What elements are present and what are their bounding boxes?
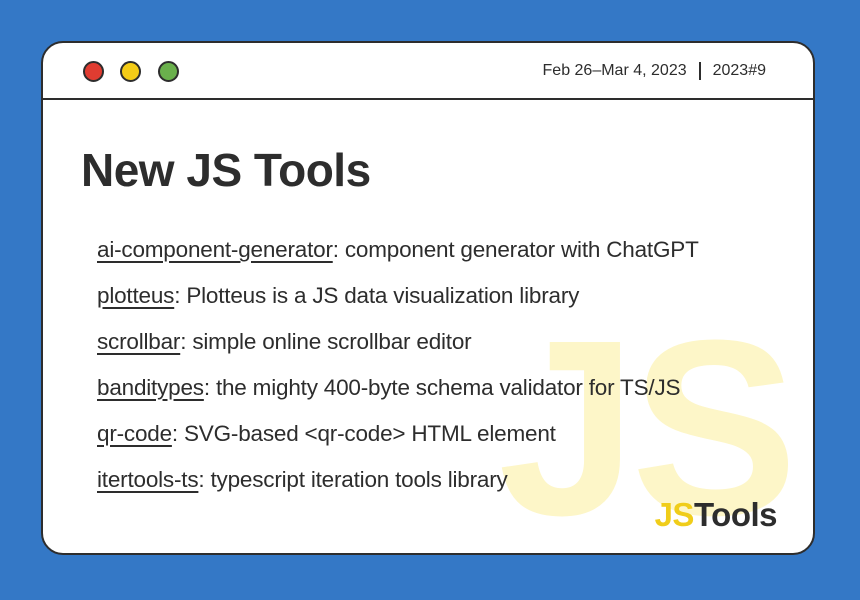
tool-link-qr-code[interactable]: qr-code bbox=[97, 421, 172, 446]
issue-number: 2023#9 bbox=[712, 62, 766, 79]
tool-link-itertools-ts[interactable]: itertools-ts bbox=[97, 467, 199, 492]
minimize-window-button[interactable] bbox=[120, 61, 141, 82]
tool-link-plotteus[interactable]: plotteus bbox=[97, 283, 174, 308]
issue-info: Feb 26–Mar 4, 2023 2023#9 bbox=[543, 62, 766, 80]
tool-description: : typescript iteration tools library bbox=[198, 467, 508, 492]
page-title: New JS Tools bbox=[81, 144, 371, 196]
list-item: plotteus: Plotteus is a JS data visualiz… bbox=[97, 278, 699, 324]
tool-description: : the mighty 400-byte schema validator f… bbox=[203, 375, 681, 400]
jstools-logo: JSTools bbox=[654, 496, 778, 534]
logo-tools: Tools bbox=[693, 496, 778, 533]
tool-link-scrollbar[interactable]: scrollbar bbox=[97, 329, 180, 354]
tool-description: : Plotteus is a JS data visualization li… bbox=[174, 283, 580, 308]
list-item: banditypes: the mighty 400-byte schema v… bbox=[97, 370, 699, 416]
tool-description: : SVG-based <qr-code> HTML element bbox=[171, 421, 556, 446]
tool-link-ai-component-generator[interactable]: ai-component-generator bbox=[97, 237, 333, 262]
list-item: itertools-ts: typescript iteration tools… bbox=[97, 462, 699, 508]
issue-separator bbox=[698, 62, 701, 80]
list-item: ai-component-generator: component genera… bbox=[97, 232, 699, 278]
logo-js: JS bbox=[654, 496, 695, 533]
tools-list: ai-component-generator: component genera… bbox=[97, 232, 699, 508]
tool-link-banditypes[interactable]: banditypes bbox=[97, 375, 204, 400]
window: Feb 26–Mar 4, 2023 2023#9 JS New JS Tool… bbox=[41, 41, 815, 555]
maximize-window-button[interactable] bbox=[158, 61, 179, 82]
list-item: qr-code: SVG-based <qr-code> HTML elemen… bbox=[97, 416, 699, 462]
list-item: scrollbar: simple online scrollbar edito… bbox=[97, 324, 699, 370]
close-window-button[interactable] bbox=[83, 61, 104, 82]
title-bar: Feb 26–Mar 4, 2023 2023#9 bbox=[43, 43, 813, 100]
date-range: Feb 26–Mar 4, 2023 bbox=[542, 62, 687, 79]
tool-description: : simple online scrollbar editor bbox=[180, 329, 472, 354]
tool-description: : component generator with ChatGPT bbox=[332, 237, 699, 262]
